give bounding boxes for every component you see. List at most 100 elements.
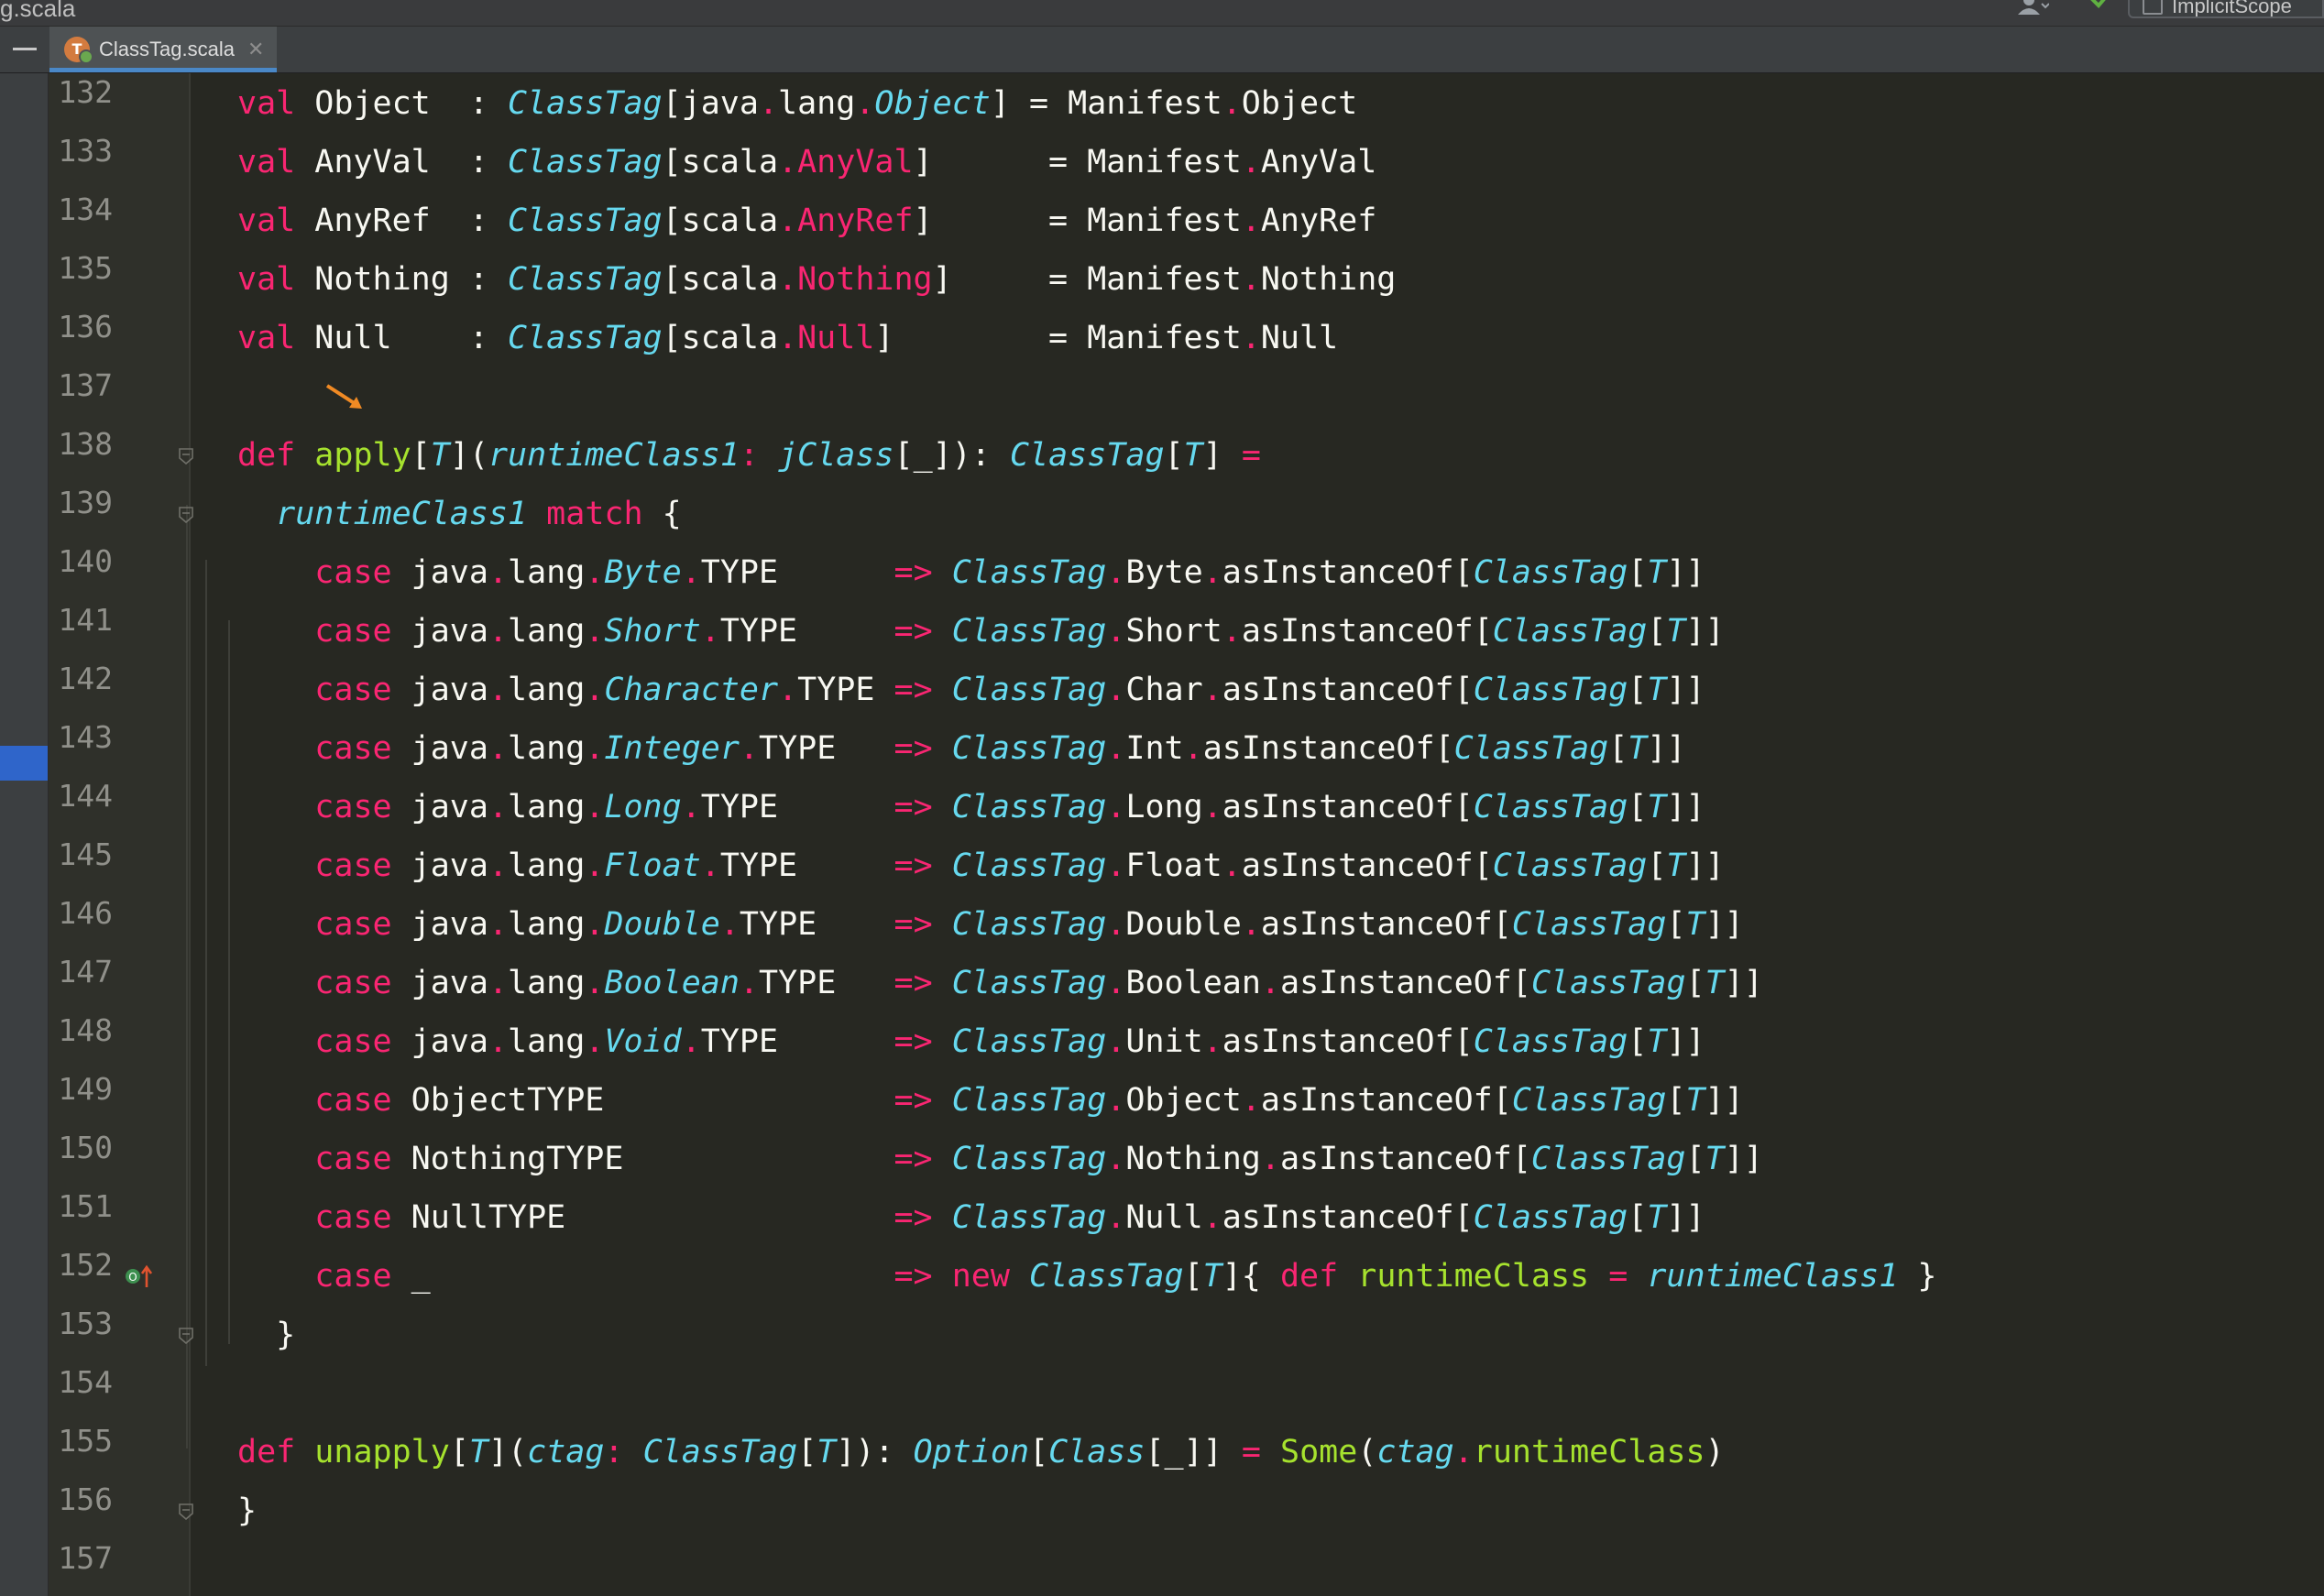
code-text[interactable]: case java.lang.Short.TYPE => ClassTag.Sh… bbox=[237, 602, 1724, 661]
code-line[interactable]: 135 val Nothing : ClassTag[scala.Nothing]… bbox=[49, 250, 2324, 309]
code-text[interactable]: case java.lang.Long.TYPE => ClassTag.Lon… bbox=[237, 778, 1705, 836]
line-number[interactable]: 147 bbox=[49, 954, 113, 1012]
code-line[interactable]: 134 val AnyRef : ClassTag[scala.AnyRef] =… bbox=[49, 191, 2324, 250]
code-line[interactable]: 148 case java.lang.Void.TYPE => ClassTag… bbox=[49, 1012, 2324, 1071]
code-text[interactable]: val AnyRef : ClassTag[scala.AnyRef] = Ma… bbox=[237, 191, 1376, 250]
code-text[interactable]: def apply[T](runtimeClass1: jClass[_]): … bbox=[237, 426, 1261, 485]
code-line[interactable]: 136 val Null : ClassTag[scala.Null] = Man… bbox=[49, 309, 2324, 367]
tool-window-strip bbox=[0, 73, 49, 1596]
line-number[interactable]: 134 bbox=[49, 191, 113, 250]
code-text[interactable]: case java.lang.Double.TYPE => ClassTag.D… bbox=[237, 895, 1743, 954]
line-number[interactable]: 132 bbox=[49, 74, 113, 133]
run-config-selector[interactable]: ImplicitScope bbox=[2128, 0, 2324, 18]
line-number[interactable]: 157 bbox=[49, 1540, 113, 1596]
code-line[interactable]: 153 } bbox=[49, 1306, 2324, 1364]
line-number[interactable]: 153 bbox=[49, 1306, 113, 1364]
line-number[interactable]: 145 bbox=[49, 836, 113, 895]
code-line[interactable]: 151 case NullTYPE => ClassTag.Null.asIns… bbox=[49, 1188, 2324, 1247]
close-icon[interactable]: ✕ bbox=[247, 38, 264, 61]
keyword-token: def bbox=[1279, 1258, 1339, 1295]
user-icon[interactable] bbox=[2018, 0, 2049, 16]
line-number[interactable]: 149 bbox=[49, 1071, 113, 1130]
code-text[interactable]: def unapply[T](ctag: ClassTag[T]): Optio… bbox=[237, 1423, 1725, 1481]
line-number[interactable]: 151 bbox=[49, 1188, 113, 1247]
code-line[interactable]: 142 case java.lang.Character.TYPE => Cla… bbox=[49, 661, 2324, 719]
type-token: Class bbox=[1048, 1434, 1146, 1470]
line-number[interactable]: 137 bbox=[49, 367, 113, 426]
code-text[interactable]: case java.lang.Boolean.TYPE => ClassTag.… bbox=[237, 954, 1763, 1012]
code-text[interactable]: case _ => new ClassTag[T]{ def runtimeCl… bbox=[237, 1247, 1936, 1306]
menu-icon[interactable] bbox=[0, 27, 48, 72]
line-number[interactable]: 150 bbox=[49, 1130, 113, 1188]
code-line[interactable]: 139 runtimeClass1 match { bbox=[49, 485, 2324, 543]
code-text[interactable]: val Null : ClassTag[scala.Null] = Manife… bbox=[237, 309, 1338, 367]
line-number[interactable]: 146 bbox=[49, 895, 113, 954]
line-number[interactable]: 142 bbox=[49, 661, 113, 719]
line-number[interactable]: 154 bbox=[49, 1364, 113, 1423]
code-line[interactable]: 154 bbox=[49, 1364, 2324, 1423]
fold-marker-icon[interactable] bbox=[179, 1328, 193, 1344]
code-line[interactable]: 155 def unapply[T](ctag: ClassTag[T]): Op… bbox=[49, 1423, 2324, 1481]
line-number[interactable]: 156 bbox=[49, 1481, 113, 1540]
code-line[interactable]: 132 val Object : ClassTag[java.lang.Objec… bbox=[49, 74, 2324, 133]
fold-marker-icon[interactable] bbox=[179, 1503, 193, 1520]
code-line[interactable]: 138 def apply[T](runtimeClass1: jClass[_]… bbox=[49, 426, 2324, 485]
code-line[interactable]: 147 case java.lang.Boolean.TYPE => Class… bbox=[49, 954, 2324, 1012]
line-number[interactable]: 139 bbox=[49, 485, 113, 543]
code-text[interactable]: case java.lang.Void.TYPE => ClassTag.Uni… bbox=[237, 1012, 1705, 1071]
code-line[interactable]: 144 case java.lang.Long.TYPE => ClassTag… bbox=[49, 778, 2324, 836]
code-line[interactable]: 141 case java.lang.Short.TYPE => ClassTa… bbox=[49, 602, 2324, 661]
strip-selection-marker[interactable] bbox=[0, 746, 48, 781]
code-editor[interactable]: 131val Any : ClassTag[scala.Any] = Manif… bbox=[49, 73, 2324, 1596]
tab-classtag-scala[interactable]: T ClassTag.scala ✕ bbox=[49, 27, 277, 72]
code-text[interactable]: case java.lang.Float.TYPE => ClassTag.Fl… bbox=[237, 836, 1724, 895]
code-text[interactable]: case java.lang.Character.TYPE => ClassTa… bbox=[237, 661, 1705, 719]
code-line[interactable]: 156} bbox=[49, 1481, 2324, 1540]
code-line[interactable]: 150 case NothingTYPE => ClassTag.Nothing… bbox=[49, 1130, 2324, 1188]
line-number[interactable]: 133 bbox=[49, 133, 113, 191]
line-number[interactable]: 141 bbox=[49, 602, 113, 661]
text-token: Boolean bbox=[1125, 965, 1261, 1001]
text-token: Nothing : bbox=[295, 261, 509, 298]
code-line[interactable]: 157 bbox=[49, 1540, 2324, 1596]
code-text[interactable]: runtimeClass1 match { bbox=[237, 485, 682, 543]
line-number[interactable]: 138 bbox=[49, 426, 113, 485]
line-number[interactable]: 148 bbox=[49, 1012, 113, 1071]
text-token: ]] bbox=[1666, 1023, 1705, 1060]
line-number[interactable]: 144 bbox=[49, 778, 113, 836]
code-text[interactable]: val AnyVal : ClassTag[scala.AnyVal] = Ma… bbox=[237, 133, 1376, 191]
code-text[interactable]: case NothingTYPE => ClassTag.Nothing.asI… bbox=[237, 1130, 1762, 1188]
line-number[interactable]: 155 bbox=[49, 1423, 113, 1481]
line-number[interactable]: 135 bbox=[49, 250, 113, 309]
fold-marker-icon[interactable] bbox=[179, 507, 193, 523]
text-token: TYPE bbox=[759, 730, 894, 767]
dot-token: . bbox=[1222, 847, 1242, 884]
line-number[interactable]: 136 bbox=[49, 309, 113, 367]
code-text[interactable]: } bbox=[237, 1481, 257, 1540]
code-text[interactable]: case NullTYPE => ClassTag.Null.asInstanc… bbox=[237, 1188, 1705, 1247]
code-text[interactable]: case java.lang.Byte.TYPE => ClassTag.Byt… bbox=[237, 543, 1705, 602]
code-text[interactable]: case ObjectTYPE => ClassTag.Object.asIns… bbox=[237, 1071, 1743, 1130]
code-text[interactable]: val Nothing : ClassTag[scala.Nothing] = … bbox=[237, 250, 1396, 309]
dot-token: . bbox=[1222, 85, 1242, 122]
run-icon[interactable] bbox=[2086, 0, 2113, 11]
code-line[interactable]: 140 case java.lang.Byte.TYPE => ClassTag… bbox=[49, 543, 2324, 602]
line-number[interactable]: 143 bbox=[49, 719, 113, 778]
code-line[interactable]: 149 case ObjectTYPE => ClassTag.Object.a… bbox=[49, 1071, 2324, 1130]
code-line[interactable]: 152 case _ => new ClassTag[T]{ def runti… bbox=[49, 1247, 2324, 1306]
code-text[interactable]: case java.lang.Integer.TYPE => ClassTag.… bbox=[237, 719, 1685, 778]
code-text[interactable]: } bbox=[237, 1306, 295, 1364]
fold-marker-icon[interactable] bbox=[179, 448, 193, 465]
code-text[interactable]: val Object : ClassTag[java.lang.Object] … bbox=[237, 74, 1357, 133]
code-line[interactable]: 143 case java.lang.Integer.TYPE => Class… bbox=[49, 719, 2324, 778]
code-line[interactable]: 137 bbox=[49, 367, 2324, 426]
type-token: T bbox=[1666, 847, 1686, 884]
line-number[interactable]: 152 bbox=[49, 1247, 113, 1306]
line-number[interactable]: 140 bbox=[49, 543, 113, 602]
code-line[interactable]: 146 case java.lang.Double.TYPE => ClassT… bbox=[49, 895, 2324, 954]
dot-token: . bbox=[488, 1023, 509, 1060]
code-line[interactable]: 145 case java.lang.Float.TYPE => ClassTa… bbox=[49, 836, 2324, 895]
override-method-icon[interactable]: O bbox=[125, 1263, 156, 1289]
code-line[interactable]: 133 val AnyVal : ClassTag[scala.AnyVal] =… bbox=[49, 133, 2324, 191]
